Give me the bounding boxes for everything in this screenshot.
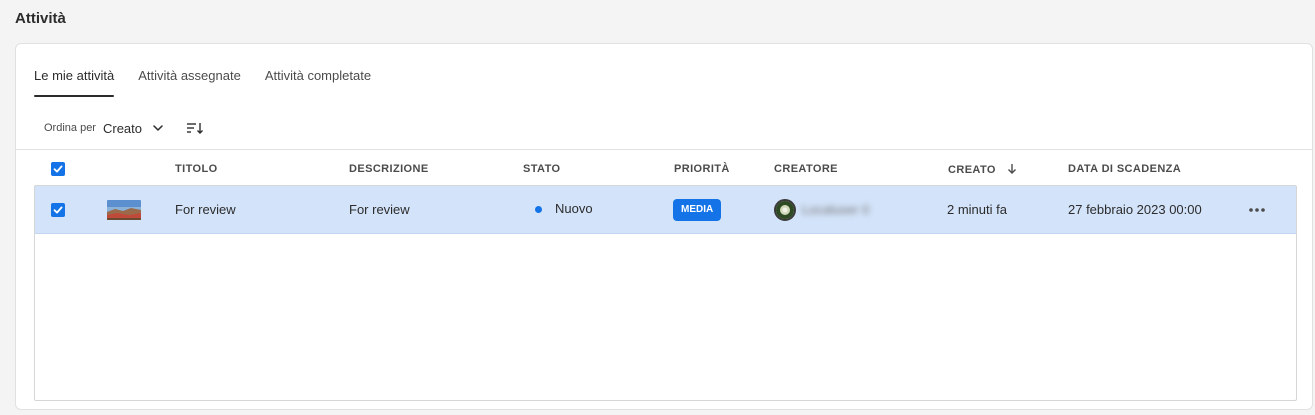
column-header-priority[interactable]: PRIORITÀ <box>674 163 730 175</box>
task-title[interactable]: For review <box>175 202 236 217</box>
column-header-description[interactable]: DESCRIZIONE <box>349 163 429 175</box>
table-header: TITOLO DESCRIZIONE STATO PRIORITÀ CREATO… <box>16 149 1312 187</box>
select-all-checkbox[interactable] <box>51 162 65 176</box>
task-status: Nuovo <box>555 201 593 216</box>
column-header-created[interactable]: CREATO <box>948 163 1017 176</box>
page-title: Attività <box>15 10 66 27</box>
checkmark-icon <box>53 165 63 173</box>
task-creator: Localuser 0 <box>802 202 870 217</box>
more-options-icon[interactable] <box>1248 200 1266 220</box>
column-header-status[interactable]: STATO <box>523 163 560 175</box>
sort-label: Ordina per <box>44 122 96 134</box>
task-created: 2 minuti fa <box>947 202 1007 217</box>
tab-completed-tasks[interactable]: Attività completate <box>265 68 371 97</box>
landscape-thumbnail <box>107 200 141 220</box>
column-header-created-label: CREATO <box>948 164 996 176</box>
avatar <box>774 199 796 221</box>
sort-descending-icon[interactable] <box>186 120 204 136</box>
task-description: For review <box>349 202 410 217</box>
task-due-date: 27 febbraio 2023 00:00 <box>1068 202 1202 217</box>
column-header-title[interactable]: TITOLO <box>175 163 218 175</box>
status-dot-icon <box>535 206 542 213</box>
priority-badge: MEDIA <box>673 199 722 221</box>
tab-assigned-tasks[interactable]: Attività assegnate <box>138 68 241 97</box>
column-header-due-date[interactable]: DATA DI SCADENZA <box>1068 163 1181 175</box>
tasks-panel: Le mie attività Attività assegnate Attiv… <box>15 43 1313 410</box>
table-row[interactable]: For review For review Nuovo MEDIA Localu… <box>35 186 1296 234</box>
tabs: Le mie attività Attività assegnate Attiv… <box>34 68 371 97</box>
sort-bar: Ordina per Creato <box>44 120 204 136</box>
arrow-down-icon <box>1008 164 1017 174</box>
tab-my-tasks[interactable]: Le mie attività <box>34 68 115 97</box>
sort-field-value: Creato <box>102 120 143 136</box>
sort-field-picker[interactable]: Creato <box>103 121 164 136</box>
table-body: For review For review Nuovo MEDIA Localu… <box>34 185 1297 401</box>
row-checkbox[interactable] <box>51 203 65 217</box>
checkmark-icon <box>53 206 63 214</box>
chevron-down-icon <box>153 125 163 131</box>
column-header-creator[interactable]: CREATORE <box>774 163 838 175</box>
